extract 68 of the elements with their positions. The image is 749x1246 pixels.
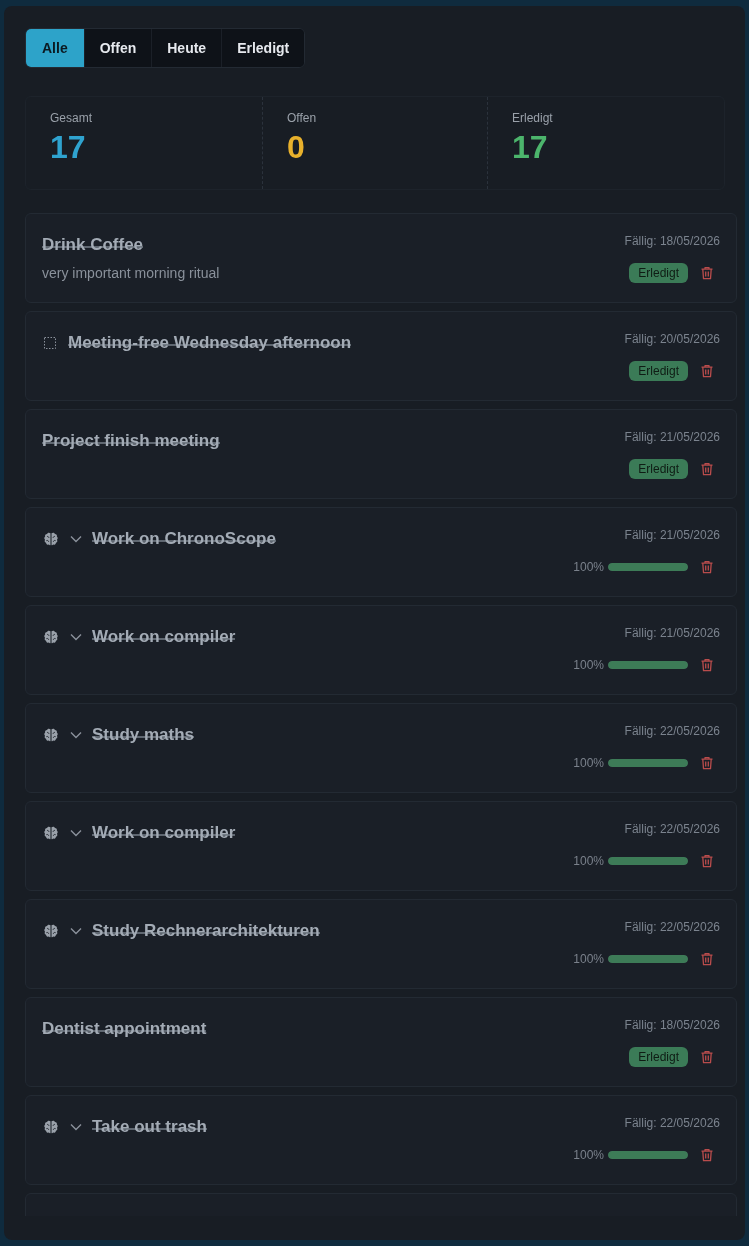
status-badge: Erledigt [629,1047,688,1067]
delete-button[interactable] [700,854,714,868]
delete-button[interactable] [700,756,714,770]
trash-icon [700,1050,714,1064]
trash-icon [700,952,714,966]
delete-button[interactable] [700,1148,714,1162]
progress-percent: 100% [573,658,604,672]
chevron-icon [70,535,82,543]
stat-label: Gesamt [50,110,92,126]
due-date: Fällig: 21/05/2026 [624,527,720,543]
status-badge: Erledigt [629,459,688,479]
delete-button[interactable] [700,364,714,378]
progress-percent: 100% [573,560,604,574]
trash-icon [700,756,714,770]
trash-icon [700,266,714,280]
status-badge: Erledigt [629,263,688,283]
expand-toggle[interactable] [70,631,82,643]
brain-icon [44,924,58,938]
due-date: Fällig: 18/05/2026 [624,1017,720,1033]
trash-icon [700,658,714,672]
delete-button[interactable] [700,658,714,672]
expand-toggle[interactable] [70,1121,82,1133]
chevron-icon [70,731,82,739]
stat-value: 17 [50,128,86,166]
due-date: Fällig: 22/05/2026 [624,919,720,935]
stat-value: 17 [512,128,548,166]
due-date: Fällig: 21/05/2026 [624,429,720,445]
filter-tab[interactable]: Alle [26,29,84,67]
due-date: Fällig: 18/05/2026 [624,233,720,249]
trash-icon [700,1148,714,1162]
filter-tab[interactable]: Erledigt [221,29,305,67]
stat-value: 0 [287,128,305,166]
delete-button[interactable] [700,1050,714,1064]
chevron-icon [70,927,82,935]
chevron-icon [70,1123,82,1131]
due-date: Fällig: 22/05/2026 [624,723,720,739]
due-date: Fällig: 22/05/2026 [624,1115,720,1131]
brain-icon [44,826,58,840]
stat-label: Erledigt [512,110,553,126]
due-date: Fällig: 22/05/2026 [624,821,720,837]
stat-label: Offen [287,110,317,126]
trash-icon [700,364,714,378]
trash-icon [700,462,714,476]
trash-icon [700,560,714,574]
progress-percent: 100% [573,952,604,966]
delete-button[interactable] [700,952,714,966]
progress-percent: 100% [573,854,604,868]
due-date: Fällig: 21/05/2026 [624,625,720,641]
expand-toggle[interactable] [70,533,82,545]
delete-button[interactable] [700,266,714,280]
progress-percent: 100% [573,1148,604,1162]
status-badge: Erledigt [629,361,688,381]
dotted-square-icon [44,337,56,349]
chevron-icon [70,829,82,837]
delete-button[interactable] [700,560,714,574]
brain-icon [44,532,58,546]
task-description: very important morning ritual [42,264,220,283]
progress-percent: 100% [573,756,604,770]
expand-toggle[interactable] [70,827,82,839]
delete-button[interactable] [700,462,714,476]
brain-icon [44,630,58,644]
expand-toggle[interactable] [70,925,82,937]
brain-icon [44,1120,58,1134]
due-date: Fällig: 20/05/2026 [624,331,720,347]
chevron-icon [70,633,82,641]
expand-toggle[interactable] [70,729,82,741]
trash-icon [700,854,714,868]
brain-icon [44,728,58,742]
